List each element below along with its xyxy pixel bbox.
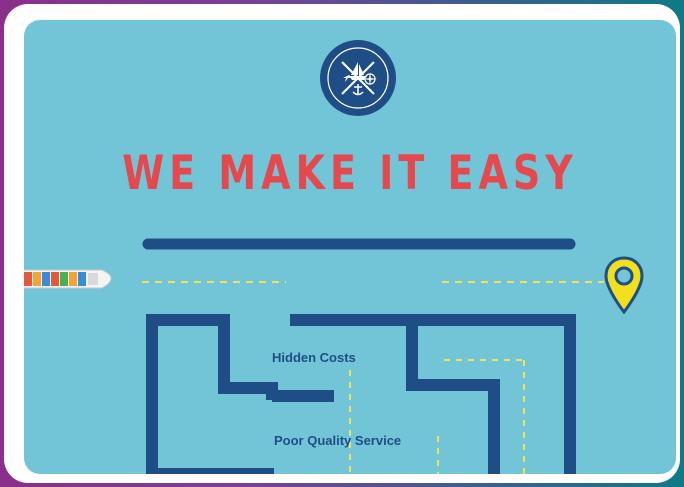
maze-graphic [142,238,604,474]
maze-label-hidden-costs: Hidden Costs [272,350,356,365]
maze-label-poor-quality-service: Poor Quality Service [274,433,402,448]
card-frame: WE MAKE IT EASY Hidden Costs Poor Qualit… [4,4,680,483]
container-ship-icon [24,269,112,289]
maze-walls [146,314,576,474]
infographic-scene: WE MAKE IT EASY Hidden Costs Poor Qualit… [24,20,676,474]
location-pin-icon [604,256,644,314]
